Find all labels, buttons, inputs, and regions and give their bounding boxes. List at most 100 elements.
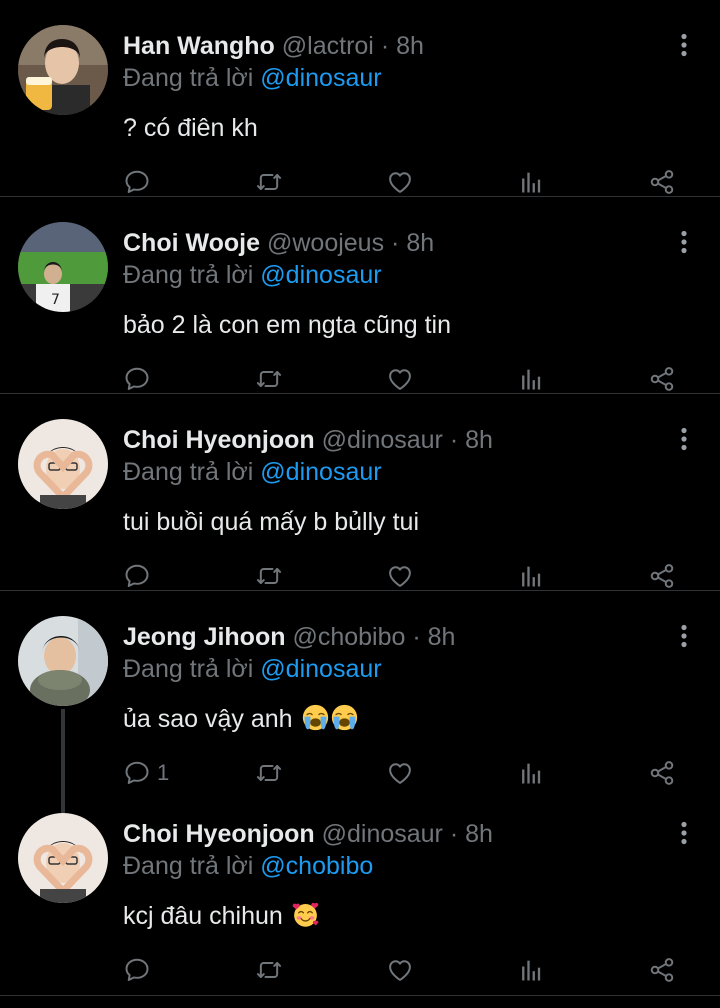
reply-icon xyxy=(123,562,151,590)
tweet-text: tui buồi quá mấy b bủlly tui xyxy=(123,505,700,539)
replying-to-label: Đang trả lời xyxy=(123,852,254,880)
share-button[interactable] xyxy=(648,364,676,394)
like-button[interactable] xyxy=(386,758,414,788)
svg-text:7: 7 xyxy=(51,292,60,308)
reply-button[interactable]: 1 xyxy=(123,758,169,788)
mention-link[interactable]: @dinosaur xyxy=(260,261,381,289)
replying-to: Đang trả lời @dinosaur xyxy=(123,653,700,685)
views-icon xyxy=(518,168,546,196)
replying-to: Đang trả lời @chobibo xyxy=(123,850,700,882)
share-button[interactable] xyxy=(648,167,676,197)
retweet-button[interactable] xyxy=(255,167,283,197)
share-icon xyxy=(648,365,676,393)
retweet-icon xyxy=(255,759,283,787)
reply-icon xyxy=(123,365,151,393)
mention-link[interactable]: @dinosaur xyxy=(260,655,381,683)
action-bar xyxy=(123,364,688,394)
retweet-button[interactable] xyxy=(255,364,283,394)
retweet-button[interactable] xyxy=(255,955,283,985)
like-icon xyxy=(386,168,414,196)
avatar[interactable] xyxy=(18,25,108,115)
timestamp[interactable]: 8h xyxy=(465,820,493,848)
share-button[interactable] xyxy=(648,561,676,591)
share-button[interactable] xyxy=(648,955,676,985)
display-name[interactable]: Jeong Jihoon xyxy=(123,623,286,651)
tweet-text-content: ủa sao vậy anh xyxy=(123,705,293,733)
replying-to: Đang trả lời @dinosaur xyxy=(123,62,700,94)
avatar[interactable] xyxy=(18,419,108,509)
tweet-text-content: tui buồi quá mấy b bủlly tui xyxy=(123,508,420,536)
share-icon xyxy=(648,168,676,196)
more-vertical-icon[interactable] xyxy=(678,624,690,648)
tweet-item[interactable]: Jeong Jihoon @chobibo · 8h Đang trả lời … xyxy=(0,591,720,813)
retweet-button[interactable] xyxy=(255,561,283,591)
loudly-crying-face-emoji xyxy=(331,704,358,731)
tweet-text-content: kcj đâu chihun xyxy=(123,902,283,930)
more-vertical-icon[interactable] xyxy=(678,427,690,451)
replying-to-label: Đang trả lời xyxy=(123,655,254,683)
like-button[interactable] xyxy=(386,955,414,985)
tweet-item[interactable]: Choi Hyeonjoon @dinosaur · 8h Đang trả l… xyxy=(0,394,720,591)
avatar[interactable] xyxy=(18,813,108,903)
tweet-text: bảo 2 là con em ngta cũng tin xyxy=(123,308,700,342)
tweet-item[interactable]: 7 Choi Wooje @woojeus · 8h Đang trả lời … xyxy=(0,197,720,394)
views-button[interactable] xyxy=(518,364,546,394)
user-handle[interactable]: @dinosaur xyxy=(322,426,443,454)
timestamp[interactable]: 8h xyxy=(396,32,424,60)
display-name[interactable]: Han Wangho xyxy=(123,32,275,60)
mention-link[interactable]: @dinosaur xyxy=(260,458,381,486)
views-button[interactable] xyxy=(518,955,546,985)
reply-button[interactable] xyxy=(123,955,157,985)
thread-connector xyxy=(61,709,65,813)
views-icon xyxy=(518,562,546,590)
replying-to-label: Đang trả lời xyxy=(123,261,254,289)
separator-dot: · xyxy=(449,820,459,848)
avatar[interactable] xyxy=(18,616,108,706)
tweet-text: ủa sao vậy anh xyxy=(123,702,700,736)
share-button[interactable] xyxy=(648,758,676,788)
like-icon xyxy=(386,365,414,393)
user-handle[interactable]: @dinosaur xyxy=(322,820,443,848)
share-icon xyxy=(648,562,676,590)
replying-to-label: Đang trả lời xyxy=(123,64,254,92)
tweet-item[interactable]: Han Wangho @lactroi · 8h Đang trả lời @d… xyxy=(0,0,720,197)
action-bar: 1 xyxy=(123,758,688,788)
more-vertical-icon[interactable] xyxy=(678,821,690,845)
views-icon xyxy=(518,365,546,393)
reply-feed: Han Wangho @lactroi · 8h Đang trả lời @d… xyxy=(0,0,720,1008)
timestamp[interactable]: 8h xyxy=(428,623,456,651)
separator-dot: · xyxy=(412,623,421,651)
more-vertical-icon[interactable] xyxy=(678,230,690,254)
display-name[interactable]: Choi Hyeonjoon xyxy=(123,426,315,454)
user-handle[interactable]: @lactroi xyxy=(282,32,374,60)
display-name[interactable]: Choi Hyeonjoon xyxy=(123,820,315,848)
retweet-button[interactable] xyxy=(255,758,283,788)
like-button[interactable] xyxy=(386,364,414,394)
views-button[interactable] xyxy=(518,167,546,197)
tweet-item[interactable]: Choi Hyeonjoon @dinosaur · 8h Đang trả l… xyxy=(0,788,720,996)
mention-link[interactable]: @dinosaur xyxy=(260,64,381,92)
action-bar xyxy=(123,561,688,591)
more-vertical-icon[interactable] xyxy=(678,33,690,57)
display-name[interactable]: Choi Wooje xyxy=(123,229,260,257)
like-button[interactable] xyxy=(386,167,414,197)
reply-icon xyxy=(123,168,151,196)
views-button[interactable] xyxy=(518,561,546,591)
user-handle[interactable]: @chobibo xyxy=(292,623,405,651)
like-button[interactable] xyxy=(386,561,414,591)
like-icon xyxy=(386,956,414,984)
retweet-icon xyxy=(255,168,283,196)
avatar[interactable]: 7 xyxy=(18,222,108,312)
timestamp[interactable]: 8h xyxy=(465,426,493,454)
tweet-text: ? có điên kh xyxy=(123,111,700,145)
views-button[interactable] xyxy=(518,758,546,788)
reply-button[interactable] xyxy=(123,167,157,197)
views-icon xyxy=(518,956,546,984)
reply-button[interactable] xyxy=(123,561,157,591)
reply-button[interactable] xyxy=(123,364,157,394)
reply-count: 1 xyxy=(157,760,170,785)
mention-link[interactable]: @chobibo xyxy=(260,852,373,880)
timestamp[interactable]: 8h xyxy=(406,229,434,257)
user-handle[interactable]: @woojeus xyxy=(267,229,384,257)
retweet-icon xyxy=(255,956,283,984)
